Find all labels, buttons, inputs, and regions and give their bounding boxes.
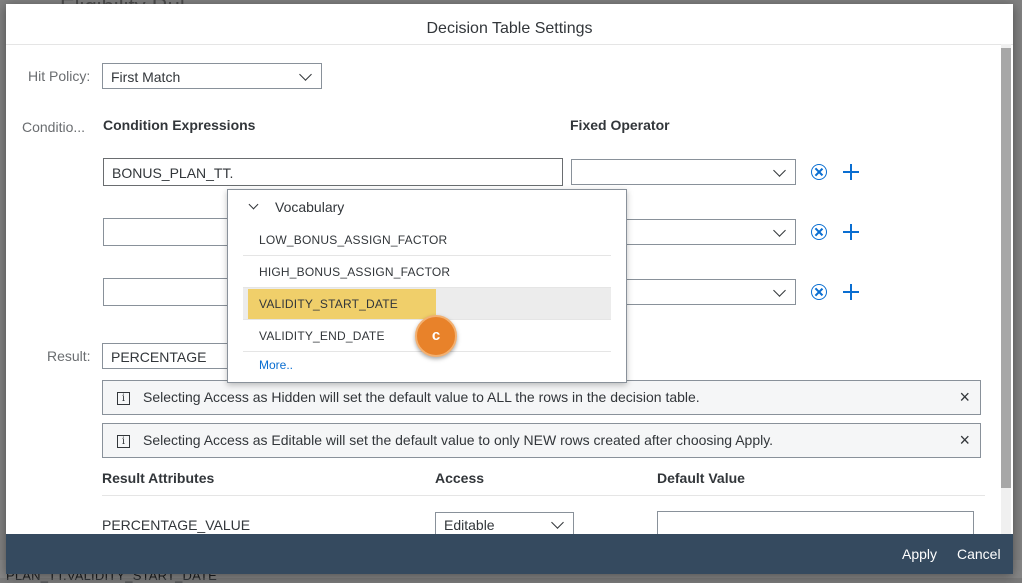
suggestion-item[interactable]: LOW_BONUS_ASSIGN_FACTOR bbox=[243, 224, 611, 256]
dialog-footer: Apply Cancel bbox=[6, 534, 1013, 574]
info-message-text: Selecting Access as Editable will set th… bbox=[143, 432, 774, 448]
condition-expression-input[interactable]: BONUS_PLAN_TT. bbox=[103, 158, 563, 186]
chevron-down-icon bbox=[299, 68, 312, 81]
info-message-hidden: i Selecting Access as Hidden will set th… bbox=[102, 380, 981, 415]
chevron-down-icon bbox=[773, 284, 786, 297]
access-value: Editable bbox=[444, 517, 495, 533]
dialog-header: Decision Table Settings bbox=[6, 4, 1013, 45]
suggestion-item-label: LOW_BONUS_ASSIGN_FACTOR bbox=[259, 233, 448, 247]
scrollbar-thumb[interactable] bbox=[1001, 48, 1011, 488]
cancel-button[interactable]: Cancel bbox=[957, 546, 1001, 562]
info-icon: i bbox=[117, 392, 130, 405]
access-select[interactable]: Editable bbox=[435, 512, 574, 536]
collapse-chevron-icon[interactable] bbox=[248, 199, 259, 210]
condition-expression-value: BONUS_PLAN_TT. bbox=[112, 165, 234, 181]
add-condition-icon[interactable] bbox=[843, 284, 859, 300]
suggestion-item-label: HIGH_BONUS_ASSIGN_FACTOR bbox=[259, 265, 451, 279]
remove-condition-icon[interactable] bbox=[811, 224, 827, 240]
chevron-down-icon bbox=[773, 164, 786, 177]
close-icon[interactable]: × bbox=[959, 430, 970, 451]
suggestion-item-label: VALIDITY_END_DATE bbox=[259, 329, 385, 343]
vocabulary-group-label[interactable]: Vocabulary bbox=[275, 199, 344, 215]
conditions-label: Conditio... bbox=[22, 119, 86, 135]
close-icon[interactable]: × bbox=[959, 387, 970, 408]
chevron-down-icon bbox=[773, 224, 786, 237]
default-value-header: Default Value bbox=[657, 470, 745, 486]
result-attribute-name: PERCENTAGE_VALUE bbox=[102, 517, 251, 533]
add-condition-icon[interactable] bbox=[843, 164, 859, 180]
remove-condition-icon[interactable] bbox=[811, 284, 827, 300]
info-message-text: Selecting Access as Hidden will set the … bbox=[143, 389, 700, 405]
info-message-editable: i Selecting Access as Editable will set … bbox=[102, 423, 981, 458]
apply-button[interactable]: Apply bbox=[902, 546, 937, 562]
condition-expressions-header: Condition Expressions bbox=[103, 117, 256, 133]
suggestion-item-selected[interactable]: VALIDITY_START_DATE bbox=[243, 288, 611, 320]
more-link[interactable]: More.. bbox=[259, 358, 293, 372]
fixed-operator-select[interactable] bbox=[571, 159, 796, 185]
result-label: Result: bbox=[47, 348, 91, 364]
hit-policy-select[interactable]: First Match bbox=[102, 63, 322, 89]
hit-policy-label: Hit Policy: bbox=[28, 68, 91, 84]
suggestion-item-label: VALIDITY_START_DATE bbox=[259, 297, 398, 311]
result-value: PERCENTAGE bbox=[111, 349, 207, 365]
table-divider bbox=[102, 495, 985, 496]
chevron-down-icon bbox=[551, 516, 564, 529]
fixed-operator-header: Fixed Operator bbox=[570, 117, 670, 133]
step-badge: c bbox=[415, 315, 457, 357]
hit-policy-value: First Match bbox=[111, 69, 181, 85]
remove-condition-icon[interactable] bbox=[811, 164, 827, 180]
info-icon: i bbox=[117, 435, 130, 448]
access-header: Access bbox=[435, 470, 485, 486]
dialog-title: Decision Table Settings bbox=[426, 20, 593, 37]
suggestion-item[interactable]: HIGH_BONUS_ASSIGN_FACTOR bbox=[243, 256, 611, 288]
result-attributes-header: Result Attributes bbox=[102, 470, 215, 486]
add-condition-icon[interactable] bbox=[843, 224, 859, 240]
